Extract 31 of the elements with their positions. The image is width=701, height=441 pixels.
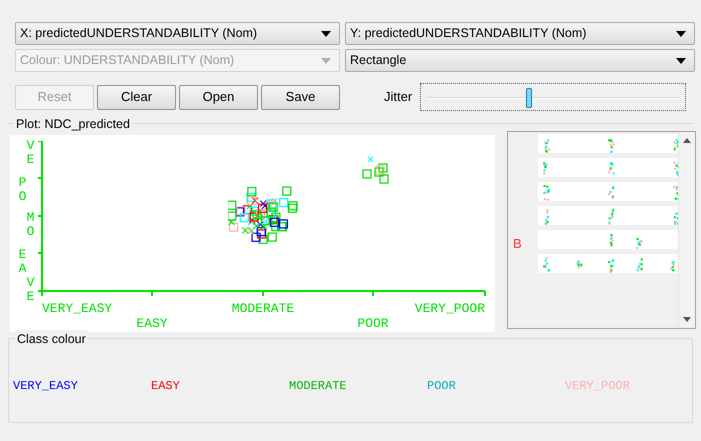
toolbar-button[interactable]: Clear	[97, 84, 176, 110]
dropdown-caret-icon	[321, 30, 331, 36]
x-axis-label: EASY	[136, 317, 168, 330]
dropdown[interactable]: X: predictedUNDERSTANDABILITY (Nom)	[15, 22, 340, 45]
dropdown-caret-icon	[676, 30, 686, 36]
toolbar-button[interactable]: Open	[179, 84, 258, 110]
toolbar-button[interactable]: Save	[261, 84, 340, 110]
y-axis-label: VE	[26, 139, 36, 168]
x-axis-label: POOR	[357, 317, 389, 330]
dropdown[interactable]: Rectangle	[345, 49, 695, 72]
class-legend-label: EASY	[151, 378, 181, 395]
slider-thumb[interactable]	[526, 88, 532, 108]
class-legend-label: POOR	[427, 378, 457, 395]
y-axis-label: PO	[18, 176, 28, 205]
scroll-down-icon[interactable]	[683, 317, 691, 322]
y-axis-label: MO	[26, 211, 36, 240]
dropdown-caret-icon	[676, 58, 686, 64]
x-axis-label: VERY_POOR	[414, 302, 485, 315]
x-axis-label: VERY_EASY	[42, 302, 112, 315]
x-axis-label: MODERATE	[232, 302, 294, 315]
class-legend-label: VERY_POOR	[565, 378, 631, 395]
dropdown[interactable]: Y: predictedUNDERSTANDABILITY (Nom)	[345, 22, 695, 45]
class-legend-label: MODERATE	[289, 378, 348, 395]
dropdown-caret-icon	[321, 58, 331, 64]
y-axis-label: EA	[18, 248, 26, 277]
jitter-label: Jitter	[384, 88, 412, 106]
y-axis-label: VE	[26, 276, 36, 305]
jitter-slider[interactable]	[420, 83, 686, 111]
scroll-up-icon[interactable]	[683, 138, 691, 143]
attribute-label: B	[513, 235, 523, 253]
class-legend-label: VERY_EASY	[13, 378, 79, 395]
